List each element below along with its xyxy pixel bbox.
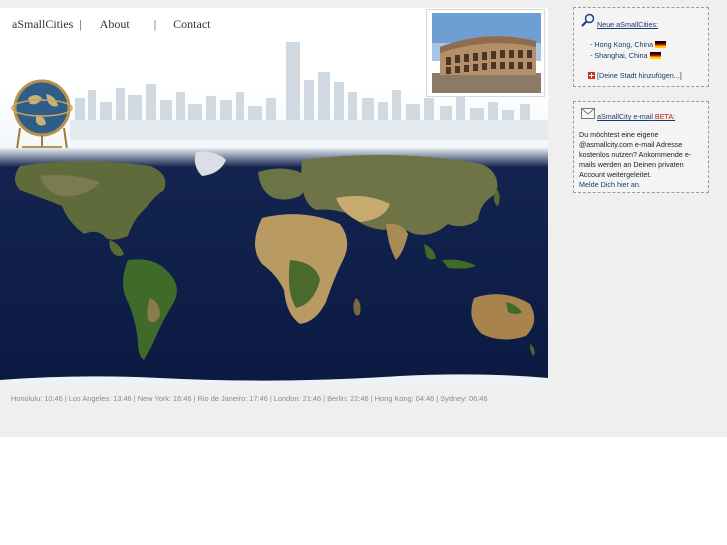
add-city-link[interactable]: [Deine Stadt hinzufügen...] <box>588 71 682 80</box>
signup-link[interactable]: Melde Dich hier an. <box>579 180 641 189</box>
nav-contact[interactable]: Contact <box>173 17 210 32</box>
nav-separator: | <box>153 17 157 31</box>
globe-icon <box>11 79 73 157</box>
world-map[interactable] <box>0 148 548 386</box>
nav-about[interactable]: About <box>100 17 130 32</box>
brand-link[interactable]: aSmallCities <box>12 17 73 32</box>
new-cities-list: - Hong Kong, China - Shanghai, China <box>590 40 667 62</box>
world-clock-line: Honolulu: 10:46 | Los Angeles: 13:46 | N… <box>11 394 488 403</box>
envelope-icon <box>581 108 595 119</box>
magnifier-icon <box>581 13 595 27</box>
colosseum-photo[interactable] <box>432 13 541 93</box>
city-photo-frame <box>426 9 545 97</box>
new-city-item[interactable]: - Shanghai, China <box>590 51 666 62</box>
nav-separator: | <box>79 17 82 31</box>
swiss-flag-icon <box>588 72 595 79</box>
new-city-item[interactable]: - Hong Kong, China <box>590 40 667 51</box>
email-description: Du möchtest eine eigene @asmallcity.com … <box>579 130 692 189</box>
email-box-title[interactable]: aSmallCity e-mail BETA: <box>597 112 675 121</box>
email-box: aSmallCity e-mail BETA: Du möchtest eine… <box>573 101 709 193</box>
german-flag-icon <box>655 41 667 48</box>
new-cities-box: Neue aSmallCities: - Hong Kong, China - … <box>573 7 709 87</box>
german-flag-icon <box>649 51 661 59</box>
new-cities-title[interactable]: Neue aSmallCities: <box>597 20 658 29</box>
beta-label: BETA: <box>654 112 676 121</box>
top-nav: aSmallCities | About | Contact <box>12 17 210 32</box>
